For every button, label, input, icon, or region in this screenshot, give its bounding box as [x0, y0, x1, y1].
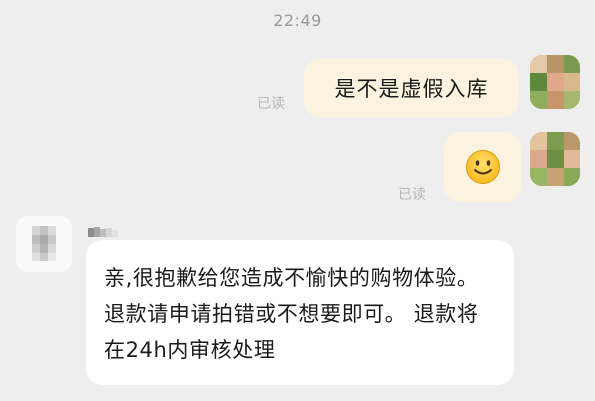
- user-avatar[interactable]: [530, 132, 580, 186]
- read-status: 已读: [398, 187, 426, 203]
- incoming-message-bubble[interactable]: 亲,很抱歉给您造成不愉快的购物体验。退款请申请拍错或不想要即可。 退款将在24h…: [86, 240, 514, 385]
- blurred-avatar-image: [530, 132, 580, 186]
- message-text: 是不是虚假入库: [334, 77, 489, 101]
- message-text: 亲,很抱歉给您造成不愉快的购物体验。退款请申请拍错或不想要即可。 退款将在24h…: [104, 266, 479, 362]
- blurred-avatar-image: [530, 55, 580, 109]
- blurred-avatar-image: [16, 216, 72, 272]
- blurred-nickname-image: [88, 227, 118, 237]
- message-timestamp: 22:49: [273, 11, 322, 30]
- outgoing-emoji-bubble[interactable]: [444, 132, 521, 202]
- user-avatar[interactable]: [530, 55, 580, 109]
- contact-nickname-blurred: [88, 224, 128, 238]
- read-status: 已读: [257, 96, 285, 112]
- contact-avatar[interactable]: [16, 216, 72, 272]
- smile-emoji-icon: [465, 150, 500, 184]
- outgoing-message-bubble[interactable]: 是不是虚假入库: [304, 59, 519, 117]
